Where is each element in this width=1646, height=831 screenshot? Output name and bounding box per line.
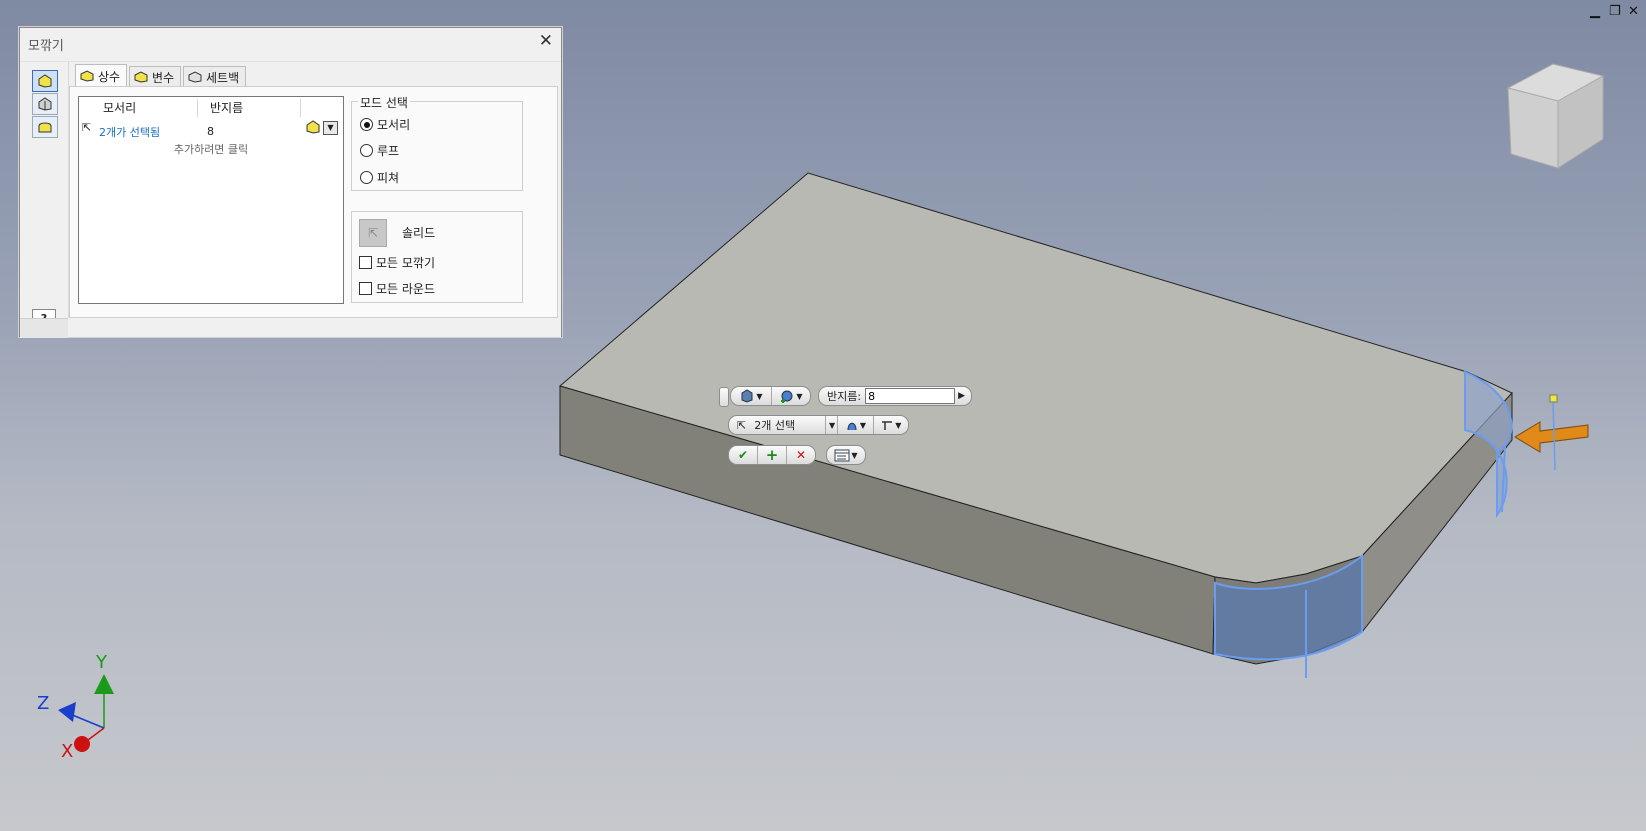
all-rounds-checkbox[interactable]: 모든 라운드	[359, 280, 435, 297]
radio-selected-icon	[360, 118, 373, 131]
full-round-fillet-button[interactable]	[32, 116, 58, 138]
mode-loop-label: 루프	[377, 144, 400, 158]
cursor-icon: ⇱	[367, 226, 379, 240]
row-cursor-icon: ⇱	[82, 121, 92, 134]
tab-constant[interactable]: 상수	[75, 64, 128, 87]
fillet-constant-icon	[80, 70, 94, 82]
triad-z-label: Z	[37, 693, 50, 714]
add-edge-icon	[781, 390, 793, 403]
tab-setback[interactable]: 세트백	[183, 66, 247, 87]
solid-group: ⇱ 솔리드 모든 모깎기 모든 라운드	[351, 211, 523, 303]
edge-fillet-icon	[38, 74, 52, 88]
solid-body-icon	[847, 422, 857, 431]
edge-option-icon	[882, 421, 893, 430]
checkbox-icon	[359, 256, 372, 269]
dialog-toggle[interactable]: ▼	[826, 445, 866, 465]
edge-arrow[interactable]	[1514, 421, 1589, 453]
cursor-icon: ⇱	[737, 418, 747, 432]
face-fillet-icon	[38, 97, 52, 111]
selected-edges-cell[interactable]: 2개가 선택됨	[99, 124, 160, 140]
tab-variable[interactable]: 변수	[129, 66, 182, 87]
full-round-fillet-icon	[38, 122, 52, 133]
mode-group: 모드 선택 모서리 루프 피쳐	[351, 94, 523, 191]
solid-select-button[interactable]: ⇱	[359, 219, 387, 247]
edge-grip[interactable]	[1549, 394, 1558, 403]
solid-label: 솔리드	[402, 226, 436, 240]
mode-edge-radio[interactable]: 모서리	[360, 116, 410, 133]
all-fillets-label: 모든 모깎기	[376, 256, 436, 270]
selection-button[interactable]: ⇱ 2개 선택	[729, 416, 826, 434]
fillet-dialog: 모깎기 ✕ ? 상수 변수 세트백	[19, 27, 562, 338]
mini-toolbar-row3: ✔ + ✕	[728, 445, 816, 465]
apply-button[interactable]: +	[758, 446, 787, 464]
constant-tab-panel: 모서리 반지름 ⇱ 2개가 선택됨 8 ▼ 추가하려면 클릭 모드 선택 모서리	[69, 86, 558, 318]
minimize-button[interactable]: ▁	[1590, 4, 1600, 19]
row-shape-dropdown[interactable]: ▼	[323, 121, 338, 135]
header-edges: 모서리	[97, 99, 198, 117]
mini-toolbar-grip[interactable]	[719, 387, 729, 407]
all-fillets-checkbox[interactable]: 모든 모깎기	[359, 254, 435, 271]
edge-highlight	[1552, 399, 1556, 471]
radius-control: 반지름: ▶	[818, 386, 972, 406]
fillet-setback-icon	[188, 71, 202, 83]
solid-dropdown[interactable]: ▼	[838, 416, 874, 434]
mode-legend: 모드 선택	[358, 94, 410, 111]
mode-edge-label: 모서리	[377, 118, 411, 132]
tab-setback-label: 세트백	[206, 70, 240, 85]
cancel-button[interactable]: ✕	[787, 446, 815, 464]
dialog-body: ? 상수 변수 세트백 모서리 반지름 ⇱ 2개가 선택됨 8	[20, 61, 561, 338]
triad-y-label: Y	[96, 652, 107, 673]
checkbox-icon	[359, 282, 372, 295]
fillet-variable-icon	[134, 71, 148, 83]
selection-label: 2개 선택	[754, 419, 796, 432]
mini-toolbar-row2: ⇱ 2개 선택 ▼ ▼ ▼	[728, 415, 909, 435]
ok-button[interactable]: ✔	[729, 446, 758, 464]
x-icon: ✕	[795, 448, 807, 462]
fillet-type-column: ?	[20, 62, 69, 329]
row-shape-icon[interactable]	[305, 120, 321, 137]
triad-x-label: X	[61, 741, 74, 762]
selection-dropdown[interactable]: ▼	[826, 416, 839, 434]
radius-cell[interactable]: 8	[207, 125, 214, 138]
tab-variable-label: 변수	[152, 70, 175, 85]
dialog-icon	[834, 449, 850, 461]
edge-fillet-button[interactable]	[32, 70, 58, 92]
plus-icon: +	[765, 446, 779, 464]
dialog-toggle-button[interactable]: ▼	[827, 446, 865, 464]
top-face[interactable]	[558, 172, 1513, 584]
tab-constant-label: 상수	[98, 69, 121, 84]
radius-label: 반지름:	[827, 390, 862, 403]
radio-icon	[360, 171, 373, 184]
dialog-close-button[interactable]: ✕	[539, 31, 553, 51]
mode-feature-radio[interactable]: 피쳐	[360, 169, 399, 186]
close-window-button[interactable]: ✕	[1628, 4, 1639, 19]
restore-button[interactable]: ❐	[1609, 4, 1621, 19]
edge-options-dropdown[interactable]: ▼	[874, 416, 908, 434]
dialog-footer	[20, 318, 68, 338]
shape-dropdown[interactable]: ▼	[731, 387, 772, 405]
dialog-title: 모깎기	[28, 39, 64, 54]
solid-shape-icon	[741, 389, 753, 403]
edge-table[interactable]: 모서리 반지름 ⇱ 2개가 선택됨 8 ▼ 추가하려면 클릭	[78, 96, 344, 304]
view-cube[interactable]	[1506, 63, 1605, 169]
mode-feature-label: 피쳐	[377, 171, 400, 185]
header-radius: 반지름	[204, 99, 301, 117]
mini-toolbar-row1: ▼ ▼	[730, 386, 811, 406]
radio-icon	[360, 144, 373, 157]
radius-apply-arrow[interactable]: ▶	[955, 391, 967, 401]
radius-input[interactable]	[865, 388, 956, 404]
face-fillet-button[interactable]	[32, 93, 58, 115]
mode-loop-radio[interactable]: 루프	[360, 142, 399, 159]
all-rounds-label: 모든 라운드	[376, 282, 436, 296]
check-icon: ✔	[737, 448, 749, 462]
add-edge-dropdown[interactable]: ▼	[772, 387, 810, 405]
add-row-hint[interactable]: 추가하려면 클릭	[79, 141, 343, 157]
